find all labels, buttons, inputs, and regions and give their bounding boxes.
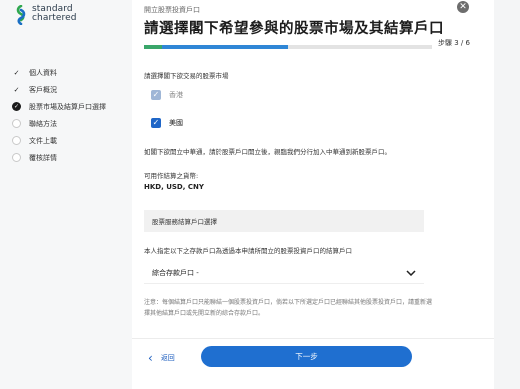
back-button[interactable]: ‹ 返回 <box>148 351 175 365</box>
settlement-selected-value: 綜合存款戶口 - <box>152 268 199 277</box>
step-label: 文件上載 <box>29 136 57 145</box>
progress-bar <box>144 45 432 49</box>
close-icon[interactable]: ✕ <box>457 1 469 13</box>
check-icon: ✓ <box>13 68 20 77</box>
settlement-note: 注意：每個結算戶口只能聯結一個股票投資戶口，倘若以下所選定戶口已經聯結其他股票投… <box>144 299 433 317</box>
pending-step-icon <box>12 119 21 128</box>
main-panel: 開立股票投資戶口 請選擇閣下希望參與的股票市場及其結算戶口 ✕ 步驟 3 / 6… <box>132 0 494 389</box>
next-button[interactable]: 下一步 <box>201 346 412 367</box>
step-contact: 聯絡方法 <box>12 115 106 132</box>
step-upload: 文件上載 <box>12 132 106 149</box>
step-label: 覆核詳情 <box>29 153 57 162</box>
market-option-us[interactable]: ✓ 美國 <box>144 112 424 134</box>
currency-list: HKD, USD, CNY <box>144 183 204 191</box>
page-subtitle: 開立股票投資戶口 <box>144 6 200 14</box>
footer-divider <box>132 338 494 339</box>
page-title: 請選擇閣下希望參與的股票市場及其結算戶口 <box>144 21 444 37</box>
settlement-prompt: 本人指定以下之存款戶口為透過本申請所開立的股票投資戶口的結算戶口 <box>144 247 352 255</box>
current-step-icon: ✓ <box>12 102 21 111</box>
step-review: 覆核詳情 <box>12 149 106 166</box>
settlement-account-select[interactable]: 綜合存款戶口 - <box>144 262 424 284</box>
checkbox-checked-disabled-icon[interactable]: ✓ <box>151 90 161 100</box>
chevron-left-icon: ‹ <box>148 351 153 365</box>
brand-logo: standard chartered <box>14 5 77 25</box>
currency-label: 可用作結算之貨幣: <box>144 172 199 180</box>
sidebar: standard chartered ✓ 個人資料 ✓ 客戶概況 ✓ 股票市場及… <box>0 0 132 389</box>
market-option-label: 香港 <box>169 91 183 99</box>
step-market-selection: ✓ 股票市場及結算戶口選擇 <box>12 98 106 115</box>
settlement-section-header: 股票服務結算戶口選擇 <box>144 210 424 232</box>
step-label: 聯絡方法 <box>29 119 57 128</box>
progress-fill-start <box>144 45 162 49</box>
checkbox-checked-icon[interactable]: ✓ <box>151 118 161 128</box>
check-icon: ✓ <box>13 85 20 94</box>
step-label: 客戶概況 <box>29 85 57 94</box>
step-label: 股票市場及結算戶口選擇 <box>29 102 106 111</box>
step-personal-info: ✓ 個人資料 <box>12 64 106 81</box>
step-indicator: 步驟 3 / 6 <box>438 39 470 47</box>
progress-steps: ✓ 個人資料 ✓ 客戶概況 ✓ 股票市場及結算戶口選擇 聯絡方法 文件上載 覆核… <box>12 64 106 166</box>
market-option-hk[interactable]: ✓ 香港 <box>144 84 424 106</box>
pending-step-icon <box>12 153 21 162</box>
step-label: 個人資料 <box>29 68 57 77</box>
brand-line2: chartered <box>32 13 77 23</box>
northbound-note: 如閣下欲開立中華通，請於股票戶口開立後，親臨我們分行加入中華通到新股票戶口。 <box>144 148 391 156</box>
step-customer-profile: ✓ 客戶概況 <box>12 81 106 98</box>
pending-step-icon <box>12 136 21 145</box>
chevron-down-icon[interactable] <box>406 269 416 276</box>
progress-fill <box>144 45 288 49</box>
market-prompt: 請選擇閣下欲交易的股票市場 <box>144 72 229 80</box>
back-label: 返回 <box>160 354 175 362</box>
standard-chartered-logo-icon <box>16 5 26 25</box>
market-option-label: 美國 <box>169 119 183 127</box>
